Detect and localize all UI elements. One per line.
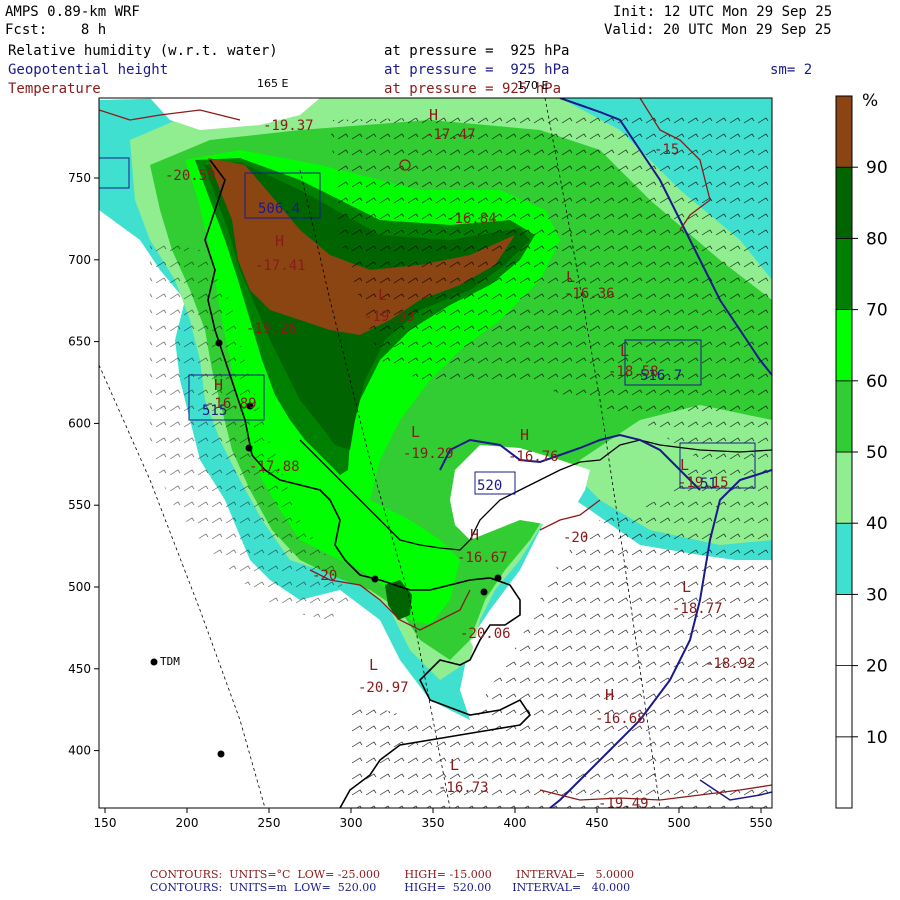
x-tick-label: 200 [176, 816, 199, 830]
x-tick-label: 350 [422, 816, 445, 830]
temp-label: -19.26 [246, 321, 297, 337]
colorbar-segment [835, 665, 853, 738]
x-tick-label: 550 [750, 816, 773, 830]
temp-label: -20 [563, 530, 588, 546]
colorbar-segment [835, 380, 853, 453]
hl-marker: H [214, 376, 223, 394]
temp-label: -17.47 [425, 127, 476, 143]
temp-label: -19.29 [403, 446, 454, 462]
temp-label: -15 [654, 142, 679, 158]
y-tick-label: 450 [68, 662, 91, 676]
y-tick-label: 750 [68, 171, 91, 185]
hl-marker: L [680, 456, 689, 474]
weather-map: TDM 506.4 515 520 516.7 51 -17.47 -20.59… [68, 91, 888, 830]
y-tick-label: 650 [68, 335, 91, 349]
temp-label: -18.92 [705, 656, 756, 672]
station-marker [215, 339, 223, 347]
colorbar-label: 30 [866, 585, 888, 605]
hl-marker: L [620, 342, 629, 360]
x-tick-label: 300 [340, 816, 363, 830]
temp-label: -19.49 [598, 796, 649, 812]
station-marker [494, 574, 502, 582]
station-label-tdm: TDM [160, 655, 180, 668]
hl-marker: H [275, 232, 284, 250]
y-tick-label: 400 [68, 744, 91, 758]
temp-label: -18.58 [608, 364, 659, 380]
hl-marker: H [470, 526, 479, 544]
hl-marker: H [429, 106, 438, 124]
colorbar-segment [835, 522, 853, 595]
temp-label: -16.68 [595, 711, 646, 727]
colorbar-segment [835, 736, 853, 809]
y-tick-label: 500 [68, 580, 91, 594]
colorbar-label: 60 [866, 372, 888, 392]
x-tick-label: 250 [258, 816, 281, 830]
colorbar-label: 20 [866, 657, 888, 677]
station-marker-tdm [150, 658, 158, 666]
temp-label: -16.73 [438, 780, 489, 796]
hl-marker: L [369, 656, 378, 674]
colorbar-label: 10 [866, 728, 888, 748]
hl-marker: L [566, 268, 575, 286]
x-tick-label: 500 [668, 816, 691, 830]
hl-marker: H [605, 686, 614, 704]
temp-label: -19.15 [678, 475, 729, 491]
colorbar-segment [835, 594, 853, 667]
x-tick-label: 150 [94, 816, 117, 830]
colorbar-label: 50 [866, 443, 888, 463]
footer-temperature-contours: CONTOURS: UNITS=°C LOW= -25.000 HIGH= -1… [150, 868, 635, 881]
temp-label: -16.76 [508, 449, 559, 465]
y-tick-label: 550 [68, 498, 91, 512]
temp-label: -16.84 [446, 211, 497, 227]
temp-label: -19.37 [263, 118, 314, 134]
temp-label: -20 [312, 568, 337, 584]
station-marker [217, 750, 225, 758]
colorbar-label: 70 [866, 301, 888, 321]
hl-marker: L [450, 756, 459, 774]
station-marker [371, 575, 379, 583]
colorbar-segment [835, 451, 853, 524]
colorbar-segment [835, 95, 853, 168]
station-marker [245, 444, 253, 452]
colorbar-segment [835, 309, 853, 382]
y-tick-label: 600 [68, 416, 91, 430]
temp-label: -19.03 [364, 309, 415, 325]
temp-label: -20.97 [358, 680, 409, 696]
temp-label: -20.06 [460, 626, 511, 642]
x-tick-label: 450 [586, 816, 609, 830]
colorbar-unit: % [862, 91, 878, 111]
hl-marker: H [520, 426, 529, 444]
hl-marker: L [682, 578, 691, 596]
hl-marker: L [378, 286, 387, 304]
temp-label: -16.36 [564, 286, 615, 302]
temp-label: -16.67 [457, 550, 508, 566]
hl-marker: L [411, 423, 420, 441]
colorbar-label: 80 [866, 229, 888, 249]
colorbar-label: 90 [866, 158, 888, 178]
colorbar-segment [835, 166, 853, 239]
colorbar: % 90 80 70 60 50 40 30 20 10 [835, 91, 888, 809]
temp-label: -18.77 [672, 601, 723, 617]
station-marker [480, 588, 488, 596]
y-tick-label: 700 [68, 253, 91, 267]
height-label: 520 [477, 478, 502, 494]
temp-label: -17.88 [249, 459, 300, 475]
temp-label: -17.41 [255, 258, 306, 274]
colorbar-segment [835, 237, 853, 310]
height-label: 506.4 [258, 201, 300, 217]
temp-label: -20.59 [165, 168, 216, 184]
temp-label: -16.89 [206, 396, 257, 412]
x-tick-label: 400 [504, 816, 527, 830]
colorbar-label: 40 [866, 514, 888, 534]
footer-height-contours: CONTOURS: UNITS=m LOW= 520.00 HIGH= 520.… [150, 881, 631, 894]
